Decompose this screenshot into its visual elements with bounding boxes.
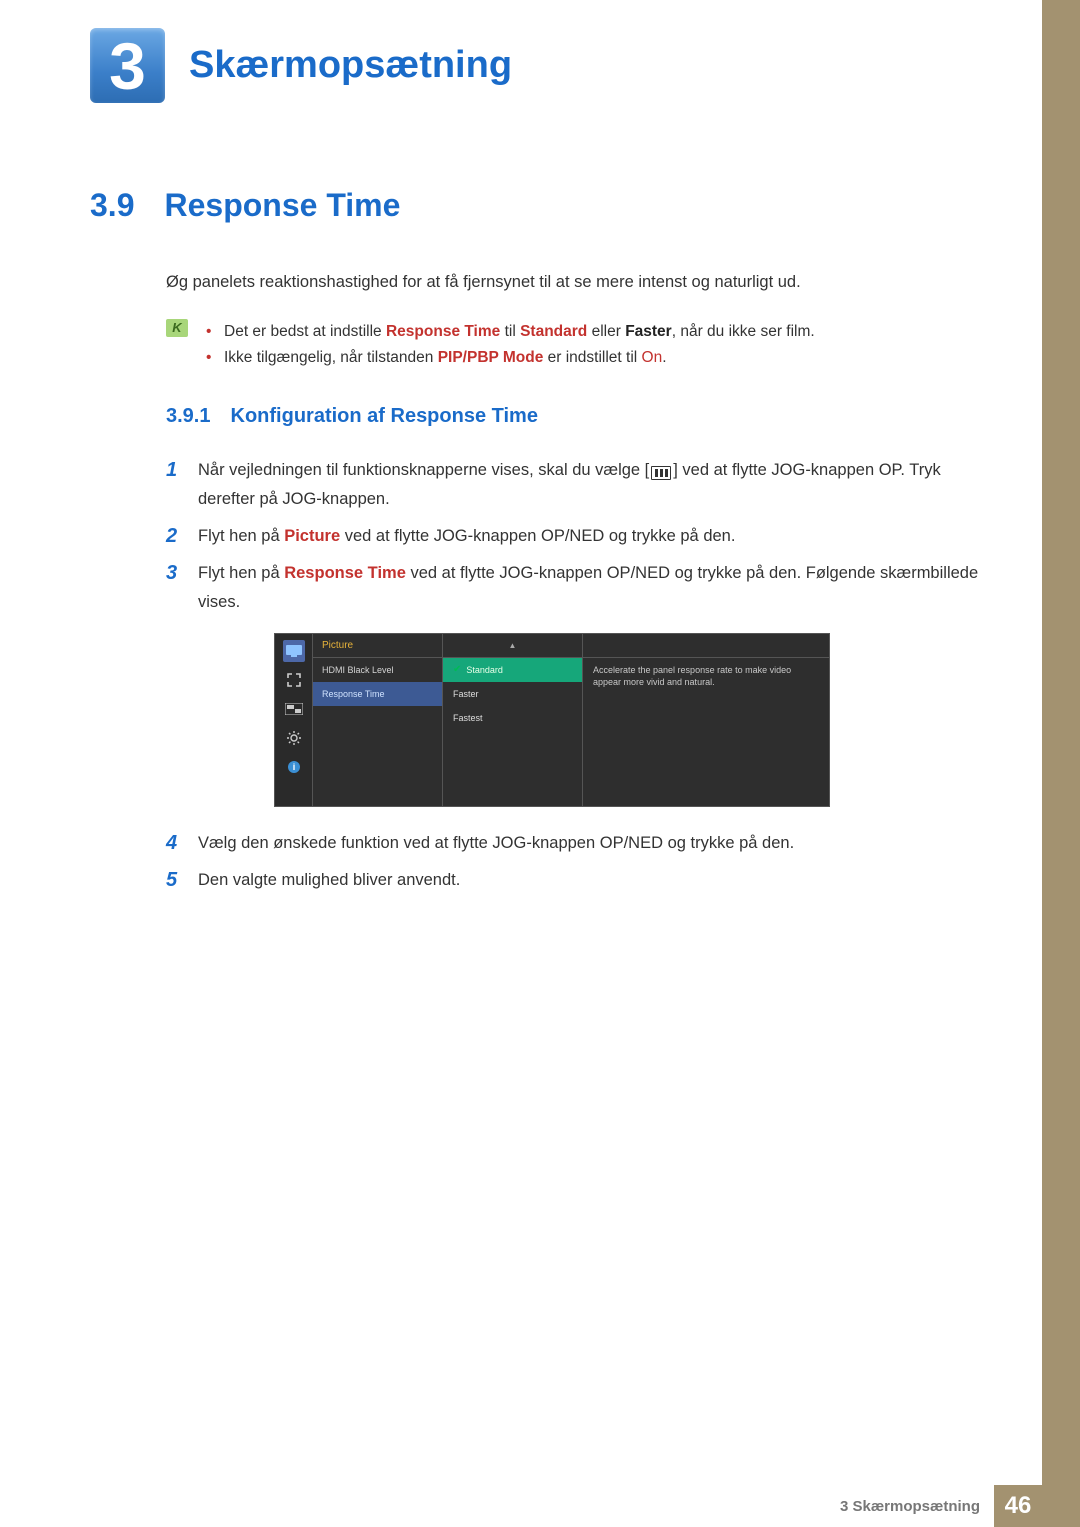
section-body: 3.9 Response Time Øg panelets reaktionsh…	[90, 187, 990, 903]
note-icon: K	[166, 319, 188, 337]
osd-description-text: Accelerate the panel response rate to ma…	[583, 658, 829, 695]
note-text: Det er bedst at indstille Response Time …	[224, 319, 815, 345]
step-list: 1 Når vejledningen til funktionsknappern…	[166, 456, 986, 894]
subsection-title: Konfiguration af Response Time	[231, 405, 538, 427]
step-1: 1 Når vejledningen til funktionsknappern…	[166, 456, 986, 514]
osd-menu-item-active: Response Time	[313, 682, 442, 706]
page-number: 46	[994, 1485, 1042, 1527]
info-icon: i	[283, 756, 305, 778]
menu-icon	[651, 466, 671, 480]
subsection-number: 3.9.1	[166, 405, 210, 427]
osd-options-column: ▲ ✔ Standard Faster Fastest	[443, 634, 583, 806]
step-number: 5	[166, 866, 180, 895]
note-items: • Det er bedst at indstille Response Tim…	[206, 319, 990, 372]
step-text: Flyt hen på Picture ved at flytte JOG-kn…	[198, 522, 986, 551]
gear-icon	[283, 727, 305, 749]
subsection-heading: 3.9.1 Konfiguration af Response Time	[166, 405, 990, 428]
step-4: 4 Vælg den ønskede funktion ved at flytt…	[166, 829, 986, 858]
osd-menu-title: Picture	[313, 634, 442, 658]
pip-icon	[283, 698, 305, 720]
step-text: Flyt hen på Response Time ved at flytte …	[198, 559, 986, 617]
step-text: Den valgte mulighed bliver anvendt.	[198, 866, 986, 895]
step-number: 4	[166, 829, 180, 858]
step-5: 5 Den valgte mulighed bliver anvendt.	[166, 866, 986, 895]
chapter-title: Skærmopsætning	[189, 44, 512, 87]
osd-option: Fastest	[443, 706, 582, 730]
osd-menu-item: HDMI Black Level	[313, 658, 442, 682]
note-item: • Det er bedst at indstille Response Tim…	[206, 319, 990, 345]
osd-sidebar: i	[275, 634, 313, 806]
osd-description-column: Accelerate the panel response rate to ma…	[583, 634, 829, 806]
bullet-icon: •	[206, 345, 212, 371]
monitor-icon	[283, 640, 305, 662]
step-number: 2	[166, 522, 180, 551]
chapter-number: 3	[109, 33, 146, 99]
osd-menu-column: Picture HDMI Black Level Response Time	[313, 634, 443, 806]
chapter-number-box: 3	[90, 28, 165, 103]
page-footer: 3 Skærmopsætning 46	[840, 1485, 1042, 1527]
section-number: 3.9	[90, 187, 134, 224]
osd-screenshot: i Picture HDMI Black Level Response Time…	[274, 633, 986, 807]
osd-panel: i Picture HDMI Black Level Response Time…	[274, 633, 830, 807]
osd-desc-head	[583, 634, 829, 658]
note-text: Ikke tilgængelig, når tilstanden PIP/PBP…	[224, 345, 667, 371]
footer-label: 3 Skærmopsætning	[840, 1498, 994, 1515]
osd-arrow-up: ▲	[443, 634, 582, 658]
step-2: 2 Flyt hen på Picture ved at flytte JOG-…	[166, 522, 986, 551]
bullet-icon: •	[206, 319, 212, 345]
step-3: 3 Flyt hen på Response Time ved at flytt…	[166, 559, 986, 617]
note-block: K • Det er bedst at indstille Response T…	[166, 319, 990, 372]
intro-paragraph: Øg panelets reaktionshastighed for at få…	[166, 270, 990, 295]
osd-option: Faster	[443, 682, 582, 706]
section-title: Response Time	[164, 187, 400, 224]
side-stripe	[1042, 0, 1080, 1527]
note-item: • Ikke tilgængelig, når tilstanden PIP/P…	[206, 345, 990, 371]
expand-icon	[283, 669, 305, 691]
step-text: Vælg den ønskede funktion ved at flytte …	[198, 829, 986, 858]
step-text: Når vejledningen til funktionsknapperne …	[198, 456, 986, 514]
section-heading: 3.9 Response Time	[90, 187, 990, 224]
check-icon: ✔	[453, 664, 461, 675]
svg-text:i: i	[292, 762, 295, 772]
chapter-header: 3 Skærmopsætning	[90, 28, 512, 103]
note-icon-wrap: K	[166, 319, 188, 372]
osd-option-selected: ✔ Standard	[443, 658, 582, 682]
step-number: 3	[166, 559, 180, 617]
step-number: 1	[166, 456, 180, 514]
